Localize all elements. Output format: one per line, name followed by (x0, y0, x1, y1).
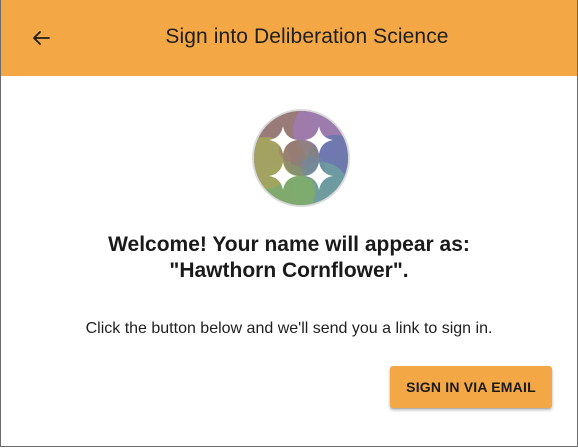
page-title: Sign into Deliberation Science (165, 25, 449, 48)
welcome-message: Welcome! Your name will appear as: "Hawt… (1, 232, 577, 284)
identicon-avatar-icon (252, 109, 350, 207)
sign-in-via-email-button[interactable]: SIGN IN VIA EMAIL (390, 366, 552, 408)
display-name: "Hawthorn Cornflower". (169, 259, 409, 282)
welcome-line: Welcome! Your name will appear as: (108, 233, 470, 256)
sign-in-dialog: Sign into Deliberation Science Welcome! … (0, 0, 578, 447)
instruction-text: Click the button below and we'll send yo… (85, 320, 493, 337)
app-header: Sign into Deliberation Science (1, 0, 577, 76)
